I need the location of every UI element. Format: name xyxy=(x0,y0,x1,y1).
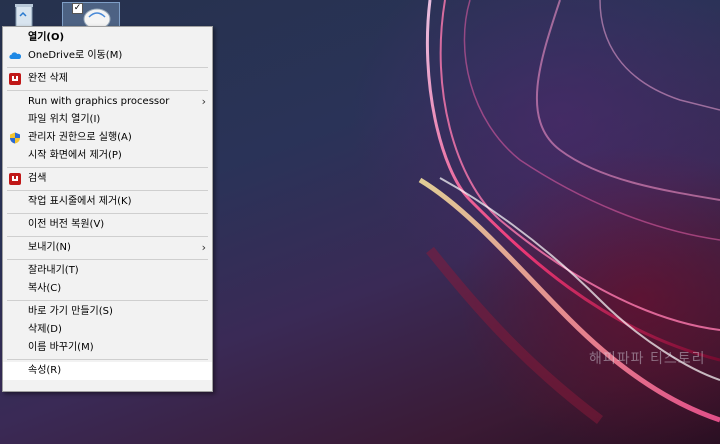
menu-item-label: 열기(O) xyxy=(28,32,65,43)
menu-item-label: 파일 위치 열기(I) xyxy=(28,114,101,125)
menu-separator xyxy=(7,236,208,237)
menu-item-label: 검색 xyxy=(28,173,47,184)
menu-item-label: 이전 버전 복원(V) xyxy=(28,219,105,230)
onedrive-cloud-icon xyxy=(9,50,22,62)
menu-separator xyxy=(7,167,208,168)
menu-item-label: 관리자 권한으로 실행(A) xyxy=(28,132,132,143)
menu-separator xyxy=(7,190,208,191)
menu-item-cut[interactable]: 잘라내기(T) xyxy=(3,262,212,280)
menu-item-move-to-onedrive[interactable]: OneDrive로 이동(M) xyxy=(3,47,212,65)
menu-item-run-as-admin[interactable]: 관리자 권한으로 실행(A) xyxy=(3,129,212,147)
menu-item-open[interactable]: 열기(O) xyxy=(3,29,212,47)
menu-item-label: 보내기(N) xyxy=(28,242,71,253)
menu-item-label: 시작 화면에서 제거(P) xyxy=(28,150,122,161)
menu-separator xyxy=(7,67,208,68)
chevron-right-icon: › xyxy=(201,95,206,108)
menu-item-label: 완전 삭제 xyxy=(28,73,68,84)
menu-item-run-with-gpu[interactable]: Run with graphics processor › xyxy=(3,93,212,111)
menu-item-label: 바로 가기 만들기(S) xyxy=(28,306,113,317)
mcafee-shield-icon xyxy=(9,173,21,185)
menu-item-properties[interactable]: 속성(R) xyxy=(3,362,212,380)
chevron-right-icon: › xyxy=(201,241,206,254)
menu-separator xyxy=(7,300,208,301)
watermark-text: 해피파파 티스토리 xyxy=(589,351,706,367)
mcafee-shield-icon xyxy=(9,73,21,85)
menu-item-shred[interactable]: 완전 삭제 xyxy=(3,70,212,88)
menu-separator xyxy=(7,259,208,260)
menu-item-delete[interactable]: 삭제(D) xyxy=(3,321,212,339)
selection-checkbox[interactable]: ✓ xyxy=(72,3,83,14)
menu-item-restore-previous-versions[interactable]: 이전 버전 복원(V) xyxy=(3,216,212,234)
menu-separator xyxy=(7,90,208,91)
menu-item-label: OneDrive로 이동(M) xyxy=(28,50,123,61)
menu-item-label: 삭제(D) xyxy=(28,324,62,335)
menu-item-open-file-location[interactable]: 파일 위치 열기(I) xyxy=(3,111,212,129)
menu-item-send-to[interactable]: 보내기(N) › xyxy=(3,239,212,257)
menu-item-label: 복사(C) xyxy=(28,283,62,294)
menu-item-create-shortcut[interactable]: 바로 가기 만들기(S) xyxy=(3,303,212,321)
context-menu: 열기(O) OneDrive로 이동(M) 완전 삭제 Run with gra… xyxy=(2,26,213,392)
menu-item-label: 이름 바꾸기(M) xyxy=(28,342,94,353)
menu-item-unpin-from-taskbar[interactable]: 작업 표시줄에서 제거(K) xyxy=(3,193,212,211)
menu-item-rename[interactable]: 이름 바꾸기(M) xyxy=(3,339,212,357)
menu-item-copy[interactable]: 복사(C) xyxy=(3,280,212,298)
menu-item-label: Run with graphics processor xyxy=(28,96,170,107)
menu-item-label: 속성(R) xyxy=(28,365,62,376)
menu-item-label: 잘라내기(T) xyxy=(28,265,79,276)
menu-item-unpin-from-start[interactable]: 시작 화면에서 제거(P) xyxy=(3,147,212,165)
menu-item-label: 작업 표시줄에서 제거(K) xyxy=(28,196,132,207)
menu-separator xyxy=(7,359,208,360)
menu-item-scan[interactable]: 검색 xyxy=(3,170,212,188)
uac-shield-icon xyxy=(9,132,21,144)
menu-separator xyxy=(7,213,208,214)
